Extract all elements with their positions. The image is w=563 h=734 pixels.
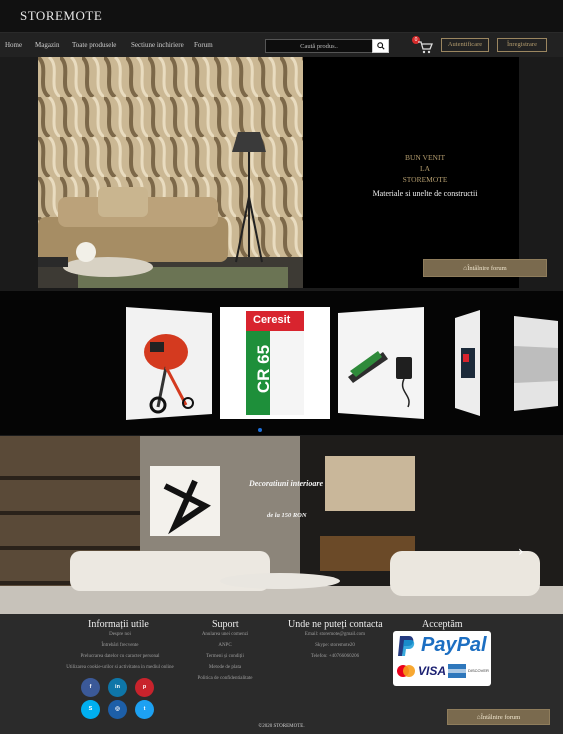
paypal-wordmark: PayPal	[421, 634, 487, 656]
banner-subtitle: de la 150 RON	[267, 512, 307, 519]
twitter-icon[interactable]: t	[135, 700, 154, 719]
top-bar: STOREMOTE	[0, 0, 563, 33]
payment-methods-image: PayPal VISA DISCOVER	[393, 631, 491, 686]
paypal-icon	[398, 636, 415, 656]
nav-rental[interactable]: Sectiune inchiriere	[131, 41, 184, 49]
carousel-item-stone-tile[interactable]	[514, 316, 558, 411]
footer-link-payment[interactable]: Metode de plata	[185, 665, 265, 670]
carousel-item-power-tool-box[interactable]	[455, 310, 480, 416]
discover-logo: DISCOVER	[468, 668, 489, 673]
carousel-item-concrete-mixer[interactable]	[126, 307, 212, 420]
footer-link-about[interactable]: Despre noi	[60, 632, 180, 637]
brand-logo[interactable]: STOREMOTE	[20, 8, 102, 24]
footer-link-privacy[interactable]: Politica de confidentialitate	[185, 676, 265, 681]
carousel-item-ceresit[interactable]: Ceresit CR 65	[220, 307, 330, 419]
footer-link-faq[interactable]: Întrebări frecvente	[60, 643, 180, 648]
hero-room-image	[38, 57, 303, 288]
hero-banner: BUN VENIT LA STOREMOTE Materiale si unel…	[38, 57, 519, 288]
amex-icon	[448, 664, 466, 678]
search-button[interactable]	[372, 39, 389, 53]
carousel-indicator[interactable]	[258, 428, 262, 432]
footer-support-title: Suport	[212, 619, 239, 630]
footer-contact-email[interactable]: Email: storemote@gmail.com	[285, 632, 385, 637]
footer-contact-skype: Skype: storemote20	[315, 643, 355, 648]
search-input[interactable]	[265, 39, 373, 53]
living-room-image	[0, 436, 563, 614]
footer-accept-title: Acceptăm	[422, 619, 463, 630]
ceresit-brand-label: Ceresit	[253, 314, 291, 326]
decor-banner	[0, 436, 563, 614]
mastercard-icon	[397, 665, 415, 677]
welcome-line-2: LA	[420, 164, 430, 173]
copyright: ©2020 STOREMOTE.	[258, 724, 305, 729]
chevron-right-icon[interactable]: ›	[518, 544, 524, 560]
welcome-line-3: STOREMOTE	[402, 175, 448, 184]
nav-forum[interactable]: Forum	[194, 41, 213, 49]
forum-button-hero[interactable]: ⌂Întâlnire forum	[423, 259, 547, 277]
shopping-cart-icon[interactable]	[417, 40, 433, 54]
product-carousel: Ceresit CR 65	[0, 291, 563, 435]
footer-link-data-processing[interactable]: Prelucrarea datelor cu caracter personal	[40, 654, 200, 659]
visa-logo: VISA	[418, 664, 447, 678]
nav-all-products[interactable]: Toate produsele	[72, 41, 116, 49]
instagram-icon[interactable]: ◎	[108, 700, 127, 719]
pinterest-icon[interactable]: p	[135, 678, 154, 697]
facebook-icon[interactable]: f	[81, 678, 100, 697]
footer-contact-title: Unde ne puteți contacta	[288, 619, 383, 630]
nav-home[interactable]: Home	[5, 41, 22, 49]
nav-magazin[interactable]: Magazin	[35, 41, 60, 49]
footer-contact-phone: Telefon: +40766060206	[310, 654, 360, 659]
banner-title: Decoratiuni interioare	[249, 479, 324, 488]
search-icon	[376, 42, 385, 50]
footer-link-terms[interactable]: Termeni și condiții	[185, 654, 265, 659]
carousel-item-pruning-shears[interactable]	[338, 307, 424, 419]
welcome-line-1: BUN VENIT	[404, 153, 446, 162]
ceresit-code-label: CR 65	[254, 344, 274, 394]
skype-icon[interactable]: S	[81, 700, 100, 719]
footer-link-cookies[interactable]: Utilizarea cookie-urilor si activitatea …	[40, 665, 200, 670]
footer-link-cancel-order[interactable]: Anularea unei comenzi	[185, 632, 265, 637]
forum-button-footer[interactable]: ⌂Întâlnire forum	[447, 709, 550, 725]
linkedin-icon[interactable]: in	[108, 678, 127, 697]
register-button[interactable]: Înregistrare	[497, 38, 547, 52]
login-button[interactable]: Autentificare	[441, 38, 489, 52]
footer-link-anpc[interactable]: ANPC	[185, 643, 265, 648]
hero-tagline: Materiale si unelte de constructii	[372, 189, 478, 198]
footer-info-title: Informații utile	[88, 619, 149, 630]
